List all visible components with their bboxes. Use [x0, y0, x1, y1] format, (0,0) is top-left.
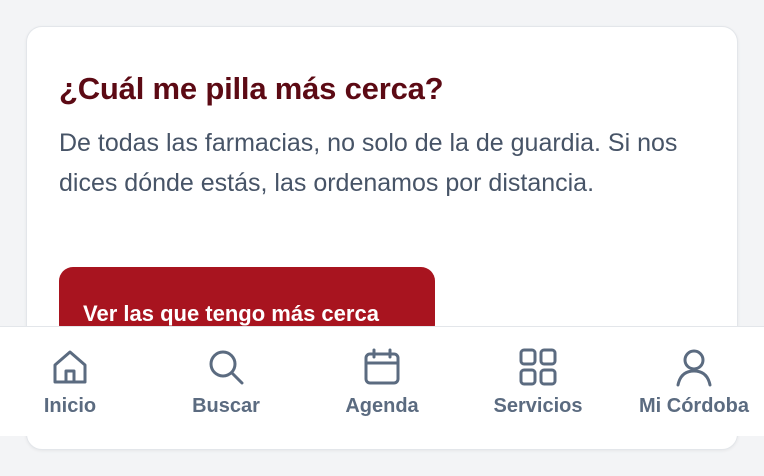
tab-label: Buscar — [192, 395, 260, 417]
user-icon — [674, 347, 714, 387]
card-title: ¿Cuál me pilla más cerca? — [59, 71, 444, 106]
tab-mi-cordoba[interactable]: Mi Córdoba — [630, 327, 758, 437]
tab-label: Inicio — [43, 395, 97, 417]
card-description: De todas las farmacias, no solo de la de… — [59, 129, 678, 197]
tab-inicio[interactable]: Inicio — [22, 327, 118, 437]
home-icon — [50, 347, 90, 387]
calendar-icon — [362, 347, 402, 387]
tab-servicios[interactable]: Servicios — [484, 327, 592, 437]
bottom-tab-bar: Inicio Buscar Agenda Servicios Mi Córdob… — [0, 326, 764, 436]
tab-label: Agenda — [345, 395, 419, 417]
tab-label: Servicios — [493, 395, 583, 417]
grid-icon — [518, 347, 558, 387]
search-icon — [206, 347, 246, 387]
tab-buscar[interactable]: Buscar — [178, 327, 274, 437]
tab-label: Mi Córdoba — [639, 395, 749, 417]
tab-agenda[interactable]: Agenda — [332, 327, 432, 437]
